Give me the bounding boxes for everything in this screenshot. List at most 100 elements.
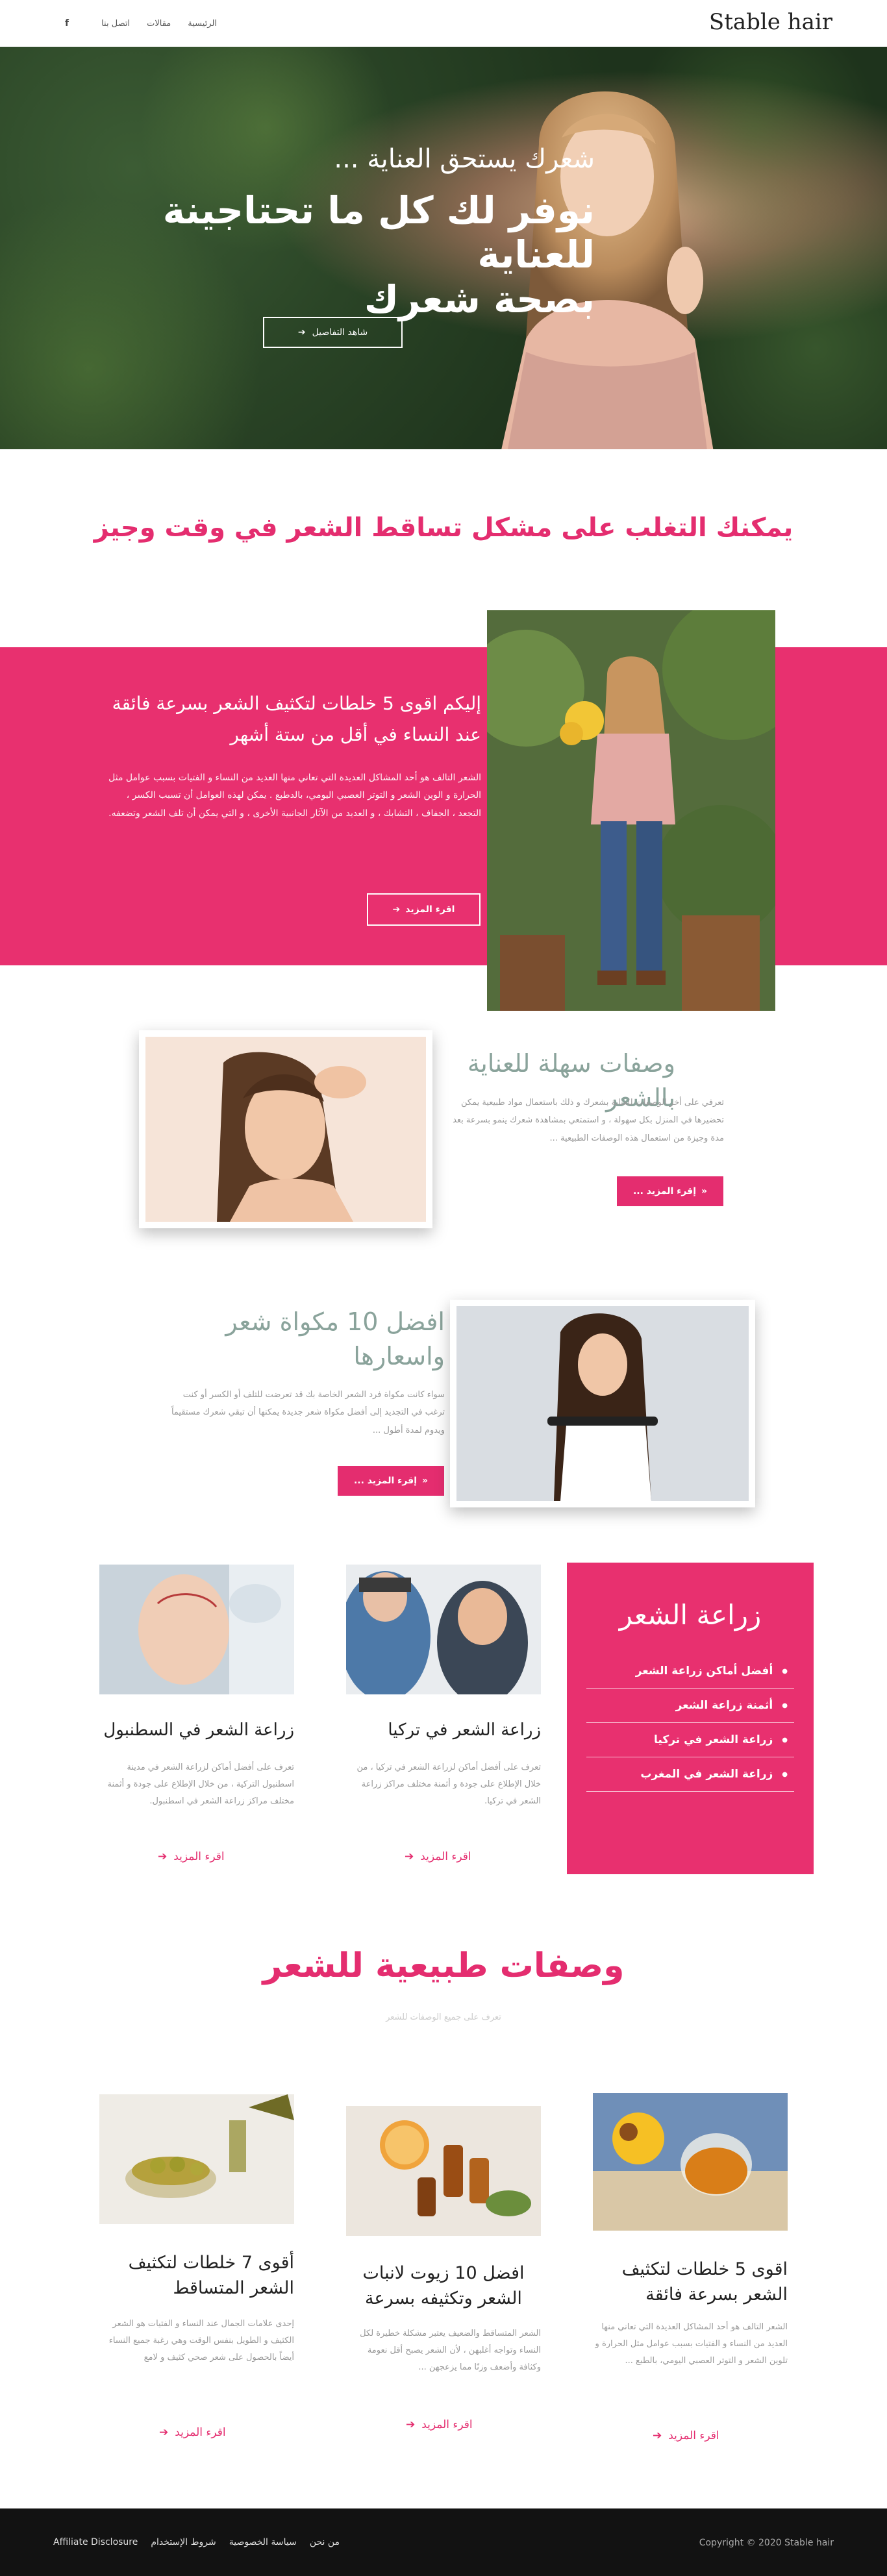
hero-banner: شعرك يستحق العناية ... نوفر لك كل ما تحت… (0, 47, 887, 449)
hero-title-line2: بصحة شعرك (364, 277, 595, 321)
footer-link-terms[interactable]: شروط الإستخدام (151, 2537, 216, 2547)
natural-card-1-title[interactable]: اقوى 5 خلطات لتكثيف الشعر بسرعة فائقة (593, 2257, 788, 2307)
transplant-card-2-image[interactable] (99, 1565, 294, 1694)
read-more-label: اقرء المزيد (421, 2418, 473, 2431)
article-1-read-more-button[interactable]: « إقرء المزيد ... (617, 1176, 723, 1206)
transplant-link-prices[interactable]: ● أثمنة زراعة الشعر (586, 1689, 794, 1723)
natural-card-2-title[interactable]: افضل 10 زيوت لانبات الشعر وتكثيفه بسرعة (346, 2260, 541, 2311)
footer-link-affiliate[interactable]: Affiliate Disclosure (53, 2537, 138, 2547)
read-more-label: اقرء المزيد (173, 1850, 225, 1863)
transplant-link-label: أفضل أماكن زراعة الشعر (635, 1665, 773, 1678)
natural-card-3-image[interactable] (99, 2094, 294, 2224)
transplant-link-label: زراعة الشعر في المغرب (640, 1768, 773, 1781)
natural-card-1-image[interactable] (593, 2093, 788, 2231)
transplant-link-label: زراعة الشعر في تركيا (654, 1733, 773, 1746)
article-2-title-line1: افضل 10 مكواة شعر (225, 1307, 445, 1336)
natural-card-1-photo (593, 2093, 788, 2231)
transplant-card-1-read-more[interactable]: اقرء المزيد ➔ (405, 1850, 471, 1863)
footer-link-privacy[interactable]: سياسة الخصوصية (229, 2537, 297, 2547)
arrow-right-icon: ➔ (653, 2429, 662, 2442)
article-1-photo (145, 1037, 426, 1222)
feature-text: إليكم اقوى 5 خلطات لتكثيف الشعر بسرعة فا… (105, 688, 481, 823)
natural-title: وصفات طبيعية للشعر (262, 1946, 625, 1985)
transplant-card-2-title[interactable]: زراعة الشعر في السطنبول (99, 1720, 294, 1740)
natural-subtitle: تعرف على جميع الوصفات للشعر (386, 2012, 501, 2022)
transplant-link-morocco[interactable]: ● زراعة الشعر في المغرب (586, 1757, 794, 1792)
transplant-card-1-photo (346, 1565, 541, 1694)
article-1-image[interactable] (139, 1030, 432, 1228)
hero-button-label: شاهد التفاصيل (312, 327, 368, 338)
feature-title-line1: إليكم اقوى 5 خلطات لتكثيف الشعر بسرعة فا… (112, 693, 481, 714)
natural-card-2-body: الشعر المتساقط والضعيف يعتبر مشكلة خطيرة… (360, 2329, 541, 2372)
natural-card-3-title[interactable]: أقوى 7 خلطات لتكثيف الشعر المتساقط (99, 2250, 294, 2301)
natural-card-2-read-more[interactable]: اقرء المزيد ➔ (406, 2418, 473, 2431)
arrow-right-icon: ➔ (297, 327, 306, 338)
nav-links: الرئيسية مقالات اتصل بنا (101, 19, 217, 29)
natural-card-1-read-more[interactable]: اقرء المزيد ➔ (653, 2429, 719, 2442)
natural-card-1-body: الشعر التالف هو أحد المشاكل العديدة التي… (595, 2322, 788, 2366)
arrow-right-icon: ➔ (406, 2418, 416, 2431)
transplant-list: ● أفضل أماكن زراعة الشعر ● أثمنة زراعة الش… (586, 1654, 794, 1792)
transplant-menu: زراعة الشعر ● أفضل أماكن زراعة الشعر ● أثم… (567, 1563, 814, 1874)
transplant-card-2-photo (99, 1565, 294, 1694)
feature-button-label: اقرء المزيد (405, 904, 455, 915)
feature-woman-image (487, 610, 775, 1011)
article-2-title-line2: واسعارها (353, 1342, 445, 1371)
feature-title-line2: عند النساء في أقل من ستة أشهر (230, 723, 481, 745)
transplant-card-1-title[interactable]: زراعة الشعر في تركيا (346, 1720, 541, 1740)
site-logo[interactable]: Stable hair (709, 9, 832, 35)
read-more-label: اقرء المزيد (420, 1850, 471, 1863)
nav-home[interactable]: الرئيسية (188, 19, 217, 29)
copyright: Copyright © 2020 Stable hair (699, 2538, 834, 2548)
site-footer: Affiliate Disclosure شروط الإستخدام سياس… (0, 2508, 887, 2576)
footer-link-about[interactable]: من نحن (310, 2537, 340, 2547)
natural-card-2-image[interactable] (346, 2106, 541, 2236)
facebook-icon[interactable]: f (65, 18, 69, 29)
bullet-icon: ● (782, 1736, 788, 1744)
hero-details-button[interactable]: شاهد التفاصيل ➔ (263, 317, 403, 348)
double-chevron-icon: « (422, 1476, 429, 1486)
article-2-photo (456, 1306, 749, 1501)
transplant-link-turkey[interactable]: ● زراعة الشعر في تركيا (586, 1723, 794, 1757)
feature-body: الشعر التالف هو أحد المشاكل العديدة التي… (108, 773, 481, 819)
transplant-link-label: أثمنة زراعة الشعر (675, 1699, 773, 1712)
hero-title-line1: نوفر لك كل ما تحتاجينة للعناية (162, 188, 595, 277)
nav-articles[interactable]: مقالات (147, 19, 171, 29)
nav-contact[interactable]: اتصل بنا (101, 19, 130, 29)
bullet-icon: ● (782, 1770, 788, 1778)
article-2-read-more-button[interactable]: « إقرء المزيد ... (338, 1466, 444, 1496)
natural-card-2-photo (346, 2106, 541, 2236)
feature-read-more-button[interactable]: اقرء المزيد ➔ (367, 893, 481, 926)
article-2-body: سواء كانت مكواة فرد الشعر الخاصة بك قد ت… (171, 1390, 445, 1435)
arrow-right-icon: ➔ (392, 904, 401, 915)
bullet-icon: ● (782, 1702, 788, 1709)
hero-text: شعرك يستحق العناية ... نوفر لك كل ما تحت… (75, 144, 595, 321)
read-more-label: اقرء المزيد (668, 2429, 719, 2442)
transplant-card-2-read-more[interactable]: اقرء المزيد ➔ (158, 1850, 225, 1863)
hero-subtitle: شعرك يستحق العناية ... (334, 144, 595, 174)
transplant-link-best-places[interactable]: ● أفضل أماكن زراعة الشعر (586, 1654, 794, 1689)
feature-photo-graphic (487, 610, 775, 1011)
bullet-icon: ● (782, 1667, 788, 1675)
article-2-title[interactable]: افضل 10 مكواة شعر واسعارها (195, 1305, 445, 1374)
natural-card-3-read-more[interactable]: اقرء المزيد ➔ (159, 2426, 226, 2439)
transplant-card-2-body: تعرف على أفضل أماكن لزراعة الشعر في مدين… (107, 1763, 294, 1806)
double-chevron-icon: « (701, 1186, 708, 1196)
feature-title: إليكم اقوى 5 خلطات لتكثيف الشعر بسرعة فا… (105, 688, 481, 750)
transplant-box-title: زراعة الشعر (619, 1599, 762, 1631)
transplant-card-1-body: تعرف على أفضل أماكن لزراعة الشعر في تركي… (356, 1763, 541, 1806)
site-header: Stable hair f الرئيسية مقالات اتصل بنا (0, 0, 887, 47)
article-1-button-label: إقرء المزيد ... (632, 1186, 696, 1196)
article-2-image[interactable] (450, 1300, 755, 1507)
footer-links: Affiliate Disclosure شروط الإستخدام سياس… (53, 2537, 340, 2547)
arrow-right-icon: ➔ (405, 1850, 414, 1863)
transplant-card-1-image[interactable] (346, 1565, 541, 1694)
read-more-label: اقرء المزيد (175, 2426, 226, 2439)
natural-card-3-photo (99, 2094, 294, 2224)
article-1-body: تعرفي على أخر الوصفات للعناية بشعرك و ذل… (453, 1098, 724, 1143)
article-2-button-label: إقرء المزيد ... (353, 1476, 417, 1486)
arrow-right-icon: ➔ (159, 2426, 169, 2439)
top-nav: f الرئيسية مقالات اتصل بنا (65, 18, 217, 29)
arrow-right-icon: ➔ (158, 1850, 168, 1863)
intro-title: يمكنك التغلب على مشكل تساقط الشعر في وقت… (94, 513, 793, 543)
